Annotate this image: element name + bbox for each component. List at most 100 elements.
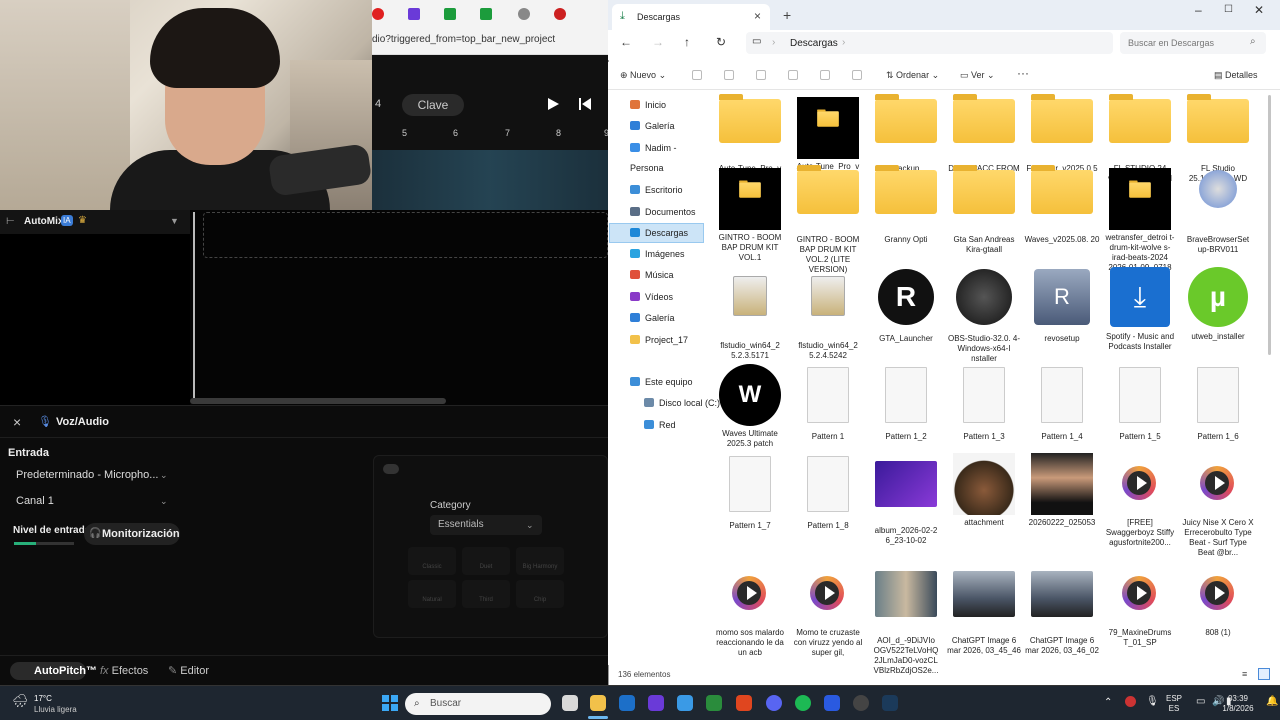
channel-select[interactable]: Canal 1 ⌄ bbox=[16, 491, 176, 511]
preset-big-harmony[interactable]: Big Harmony bbox=[516, 547, 564, 575]
file-item[interactable]: Juicy Nise X Cero X Errecerobulto Type B… bbox=[1180, 453, 1256, 558]
spotify-icon[interactable] bbox=[795, 695, 811, 711]
file-item[interactable]: Pattern 1_8 bbox=[790, 453, 866, 531]
file-item[interactable]: flstudio_win64_2 5.2.4.5242 bbox=[790, 266, 866, 361]
file-item[interactable]: W Waves Ultimate 2025.3 patch bbox=[712, 364, 788, 449]
refresh-icon[interactable]: ↻ bbox=[716, 35, 726, 49]
cut-icon[interactable] bbox=[692, 70, 702, 80]
windows-start-icon[interactable] bbox=[382, 695, 398, 711]
language-indicator[interactable]: ESP ES bbox=[1166, 694, 1182, 714]
tray-app-icon[interactable] bbox=[1125, 696, 1136, 707]
tab-favicon-icon[interactable] bbox=[518, 8, 530, 20]
xbox-icon[interactable] bbox=[706, 695, 722, 711]
nav-item[interactable]: Nadim - Persona bbox=[618, 138, 706, 173]
app-icon[interactable] bbox=[648, 695, 664, 711]
share-icon[interactable] bbox=[820, 70, 830, 80]
nav-item[interactable]: Vídeos bbox=[618, 287, 706, 307]
address-bar[interactable]: ▭ › Descargas › bbox=[746, 32, 1113, 54]
notifications-icon[interactable]: 🔔 bbox=[1266, 696, 1278, 707]
clock[interactable]: 03:39 1/8/2026 bbox=[1216, 694, 1260, 714]
weather-desc[interactable]: Lluvia ligera bbox=[34, 705, 77, 714]
tray-microphone-icon[interactable]: 🎙 bbox=[1146, 696, 1159, 707]
automix-track-header[interactable]: ⊢ AutoMix IA ♛ ▼ bbox=[0, 210, 190, 234]
monitoring-button[interactable]: 🎧 Monitorización bbox=[84, 523, 180, 545]
file-item[interactable]: flstudio_win64_2 5.2.3.5171 bbox=[712, 266, 788, 361]
nav-item[interactable]: Documentos bbox=[618, 202, 706, 222]
nav-item[interactable]: Galería bbox=[618, 308, 706, 328]
nav-item[interactable]: Escritorio bbox=[618, 180, 706, 200]
tab-favicon-icon[interactable] bbox=[372, 8, 384, 20]
preset-duet[interactable]: Duet bbox=[462, 547, 510, 575]
network-icon[interactable]: ▭ bbox=[1196, 696, 1205, 707]
preset-third[interactable]: Third bbox=[462, 580, 510, 608]
file-explorer-icon[interactable] bbox=[590, 695, 606, 711]
chevron-down-icon[interactable]: ▼ bbox=[170, 216, 179, 226]
preset-chip[interactable]: Chip bbox=[516, 580, 564, 608]
maximize-icon[interactable]: ☐ bbox=[1224, 4, 1233, 15]
tab-favicon-icon[interactable] bbox=[408, 8, 420, 20]
nav-item[interactable]: Inicio bbox=[618, 95, 706, 115]
edge-icon[interactable] bbox=[619, 695, 635, 711]
minimize-icon[interactable]: – bbox=[1195, 3, 1202, 17]
tab-favicon-icon[interactable] bbox=[444, 8, 456, 20]
weather-temp[interactable]: 17°C bbox=[34, 694, 52, 703]
details-view-icon[interactable]: ≡ bbox=[1242, 669, 1247, 679]
brave-icon[interactable] bbox=[736, 695, 752, 711]
input-device-select[interactable]: Predeterminado - Micropho... ⌄ bbox=[16, 465, 176, 485]
file-item[interactable]: Pattern 1_5 bbox=[1102, 364, 1178, 442]
file-item[interactable]: Granny Opti bbox=[868, 158, 944, 245]
play-icon[interactable] bbox=[548, 98, 559, 110]
vertical-scrollbar[interactable] bbox=[1268, 95, 1271, 355]
file-item[interactable]: Pattern 1_4 bbox=[1024, 364, 1100, 442]
file-item[interactable]: ChatGPT Image 6 mar 2026, 03_45_46 bbox=[946, 563, 1022, 656]
app-icon[interactable] bbox=[824, 695, 840, 711]
steam-icon[interactable] bbox=[882, 695, 898, 711]
daw-url-text[interactable]: dio?triggered_from=top_bar_new_project bbox=[372, 34, 555, 45]
style-toggle[interactable] bbox=[383, 464, 399, 474]
file-item[interactable]: OBS-Studio-32.0. 4-Windows-x64-I nstalle… bbox=[946, 266, 1022, 364]
skip-back-icon[interactable] bbox=[579, 98, 591, 110]
nav-item[interactable]: Project_17 bbox=[618, 330, 706, 350]
copy-icon[interactable] bbox=[724, 70, 734, 80]
autopitch-tab[interactable]: AutoPitch™ bbox=[10, 662, 97, 680]
delete-icon[interactable] bbox=[852, 70, 862, 80]
up-icon[interactable]: ↑ bbox=[684, 35, 690, 49]
tiles-view-icon[interactable] bbox=[1258, 668, 1270, 680]
rename-icon[interactable] bbox=[788, 70, 798, 80]
view-button[interactable]: ▭ Ver ⌄ bbox=[960, 70, 995, 81]
file-item[interactable]: µ utweb_installer bbox=[1180, 266, 1256, 342]
file-item[interactable]: GINTRO - BOOM BAP DRUM KIT VOL.1 bbox=[712, 158, 788, 263]
file-item[interactable]: 808 (1) bbox=[1180, 563, 1256, 638]
taskbar-search[interactable]: ⌕ Buscar bbox=[405, 693, 551, 715]
horizontal-scrollbar[interactable] bbox=[190, 398, 446, 404]
task-view-icon[interactable] bbox=[562, 695, 578, 711]
new-tab-icon[interactable]: + bbox=[783, 7, 791, 23]
category-select[interactable]: Essentials ⌄ bbox=[430, 515, 542, 535]
weather-icon[interactable]: 🌧 bbox=[12, 693, 29, 709]
file-item[interactable]: Pattern 1 bbox=[790, 364, 866, 442]
file-item[interactable]: R GTA_Launcher bbox=[868, 266, 944, 344]
explorer-tab[interactable]: ⤓ Descargas × bbox=[612, 4, 770, 30]
file-item[interactable]: Pattern 1_3 bbox=[946, 364, 1022, 442]
nav-item[interactable]: Red bbox=[632, 415, 720, 435]
file-item[interactable]: Rrevosetup bbox=[1024, 266, 1100, 344]
close-icon[interactable]: × bbox=[13, 414, 21, 430]
file-item[interactable]: ChatGPT Image 6 mar 2026, 03_46_02 bbox=[1024, 563, 1100, 656]
file-item[interactable]: 20260222_025053 bbox=[1024, 453, 1100, 528]
details-button[interactable]: ▤ Detalles bbox=[1214, 70, 1258, 81]
nav-item[interactable]: Imágenes bbox=[618, 244, 706, 264]
file-item[interactable]: AOI_d_-9DiJVIo OGV522TeLVoHQ 2JLmJaD0-vo… bbox=[868, 563, 944, 676]
search-box[interactable]: Buscar en Descargas ⌕ bbox=[1120, 32, 1266, 54]
file-item[interactable]: Gta San Andreas Kira-gtaall bbox=[946, 158, 1022, 255]
file-item[interactable]: attachment bbox=[946, 453, 1022, 528]
file-item[interactable]: Pattern 1_7 bbox=[712, 453, 788, 531]
nav-item[interactable]: Música bbox=[618, 265, 706, 285]
sort-button[interactable]: ⇅ Ordenar ⌄ bbox=[886, 70, 939, 81]
more-icon[interactable]: ··· bbox=[1017, 66, 1029, 80]
file-item[interactable]: GINTRO - BOOM BAP DRUM KIT VOL.2 (LITE V… bbox=[790, 158, 866, 275]
tab-favicon-icon[interactable] bbox=[554, 8, 566, 20]
copilot-icon[interactable] bbox=[677, 695, 693, 711]
nav-item[interactable]: Disco local (C:) bbox=[632, 393, 720, 413]
editor-tab[interactable]: ✎ Editor bbox=[168, 662, 209, 680]
forward-icon[interactable]: → bbox=[652, 35, 664, 49]
